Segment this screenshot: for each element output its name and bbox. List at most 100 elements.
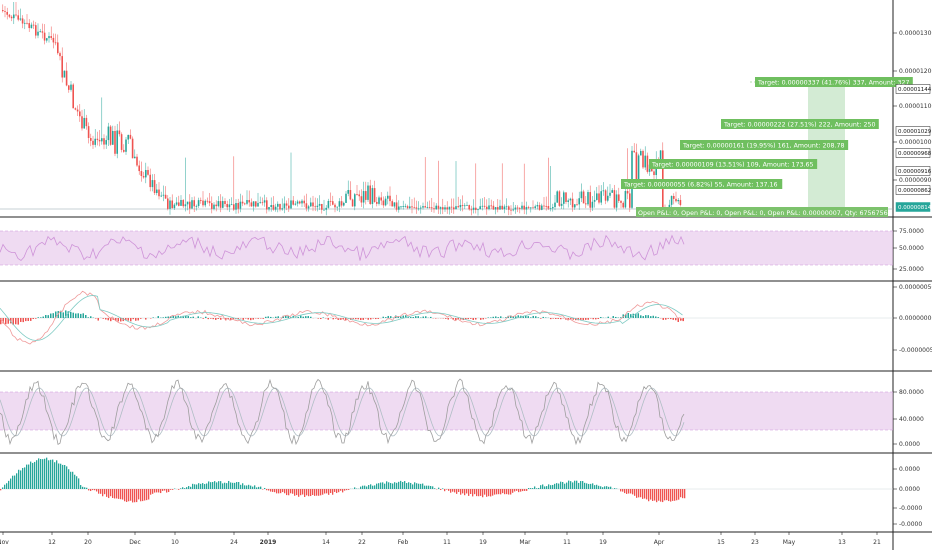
macd-bar [367, 318, 369, 320]
candle-body [26, 22, 28, 24]
histogram-bar [6, 483, 8, 489]
candle-body [523, 205, 525, 210]
price-pane[interactable]: Target: 0.00000337 (41.76%) 337, Amount:… [0, 2, 932, 217]
histogram-bar [684, 489, 686, 499]
histogram-bar [236, 482, 238, 489]
histogram-bar [622, 489, 624, 492]
candle-body [618, 194, 620, 201]
candle-body [134, 156, 136, 159]
candle-body [175, 202, 178, 205]
candle-body [453, 207, 455, 210]
macd-bar [385, 317, 387, 318]
macd-bar [70, 311, 72, 318]
candle-body [404, 206, 407, 207]
candle-body [527, 207, 530, 208]
candle-body [259, 202, 261, 204]
histogram-bars [0, 457, 686, 503]
stochastic-pane[interactable]: 80.0000 40.0000 0.0000 [0, 378, 924, 448]
histogram-bar [460, 489, 462, 495]
candle-body [85, 117, 88, 127]
price-y-label: 0.00001000 [899, 139, 932, 146]
candle-body [43, 32, 46, 41]
candle-body [633, 150, 635, 153]
macd-bar [492, 316, 494, 318]
histogram-bar [430, 485, 432, 489]
histogram-pane[interactable]: 0.0000 0.0000 -0.0000 -0.0000 [0, 457, 922, 528]
macd-bar [407, 317, 409, 318]
histogram-bar [318, 489, 320, 496]
trading-chart[interactable]: Target: 0.00000337 (41.76%) 337, Amount:… [0, 0, 932, 550]
candle-body [206, 200, 209, 202]
macd-bar [175, 316, 177, 318]
candle-body [670, 195, 673, 205]
histogram-bar [674, 489, 676, 501]
histogram-bar [476, 489, 478, 497]
candle-body [252, 201, 255, 207]
histogram-bar [82, 486, 84, 489]
histogram-bar [14, 475, 16, 489]
date-label: 11 [443, 539, 451, 546]
rsi-pane[interactable]: 75.0000 50.0000 25.0000 [0, 228, 924, 273]
macd-fast-line [0, 290, 683, 345]
histogram-bar [22, 467, 24, 489]
candle-body [6, 11, 8, 15]
histogram-bar [238, 481, 240, 489]
price-tag: 0.00001144 [895, 84, 932, 94]
candle-body [224, 201, 226, 204]
macd-bar [77, 313, 79, 318]
histogram-bar [42, 459, 44, 489]
macd-bar [305, 316, 307, 318]
target-label: Target: 0.00000055 (6.82%) 55, Amount: 1… [621, 179, 783, 189]
histogram-bar [594, 485, 596, 489]
histogram-bar [650, 489, 652, 500]
candle-body [519, 208, 521, 209]
macd-bar [105, 318, 107, 320]
chart-svg[interactable]: Target: 0.00000337 (41.76%) 337, Amount:… [0, 0, 932, 550]
candle-body [257, 202, 259, 207]
histogram-bar [508, 489, 510, 495]
histogram-bar [304, 489, 306, 497]
histogram-bar [178, 489, 180, 490]
candle-body [510, 209, 512, 211]
candle-body [505, 206, 508, 208]
histogram-bar [184, 488, 186, 489]
macd-bar [600, 317, 602, 318]
histogram-bar [156, 489, 158, 493]
histogram-bar [324, 489, 326, 494]
macd-bar [467, 318, 469, 320]
histogram-bar [494, 489, 496, 495]
histogram-bar [86, 487, 88, 489]
macd-bar [95, 318, 97, 319]
macd-bar [662, 318, 664, 320]
candle-body [387, 195, 389, 199]
histogram-bar [584, 482, 586, 489]
macd-pane[interactable]: 0.00000050 0.00000000 -0.00000050 [0, 284, 932, 354]
histogram-bar [310, 489, 312, 497]
histogram-bar [566, 482, 568, 489]
candle-body [270, 205, 272, 208]
macd-bar [505, 317, 507, 318]
histogram-bar [58, 463, 60, 489]
candle-body [613, 190, 616, 208]
histogram-bar [560, 481, 562, 489]
candle-body [565, 192, 567, 202]
histogram-bar [122, 489, 124, 500]
histogram-bar [366, 486, 368, 489]
price-tag-label: 0.00000916 [898, 169, 932, 175]
histogram-bar [372, 485, 374, 489]
histogram-bar [576, 480, 578, 489]
candle-body [499, 205, 501, 210]
histogram-bar [12, 475, 14, 489]
macd-bar [422, 316, 424, 318]
histogram-bar [374, 485, 376, 489]
macd-bar [545, 317, 547, 318]
macd-bar [615, 316, 617, 318]
price-y-label: 0.00001200 [899, 68, 932, 75]
histogram-bar [346, 489, 348, 491]
macd-bar [667, 318, 669, 319]
macd-bar [187, 316, 189, 318]
histogram-bar [440, 489, 442, 491]
price-tag: 0.00001029 [895, 126, 932, 136]
histogram-bar [302, 489, 304, 495]
macd-bar [37, 317, 39, 318]
